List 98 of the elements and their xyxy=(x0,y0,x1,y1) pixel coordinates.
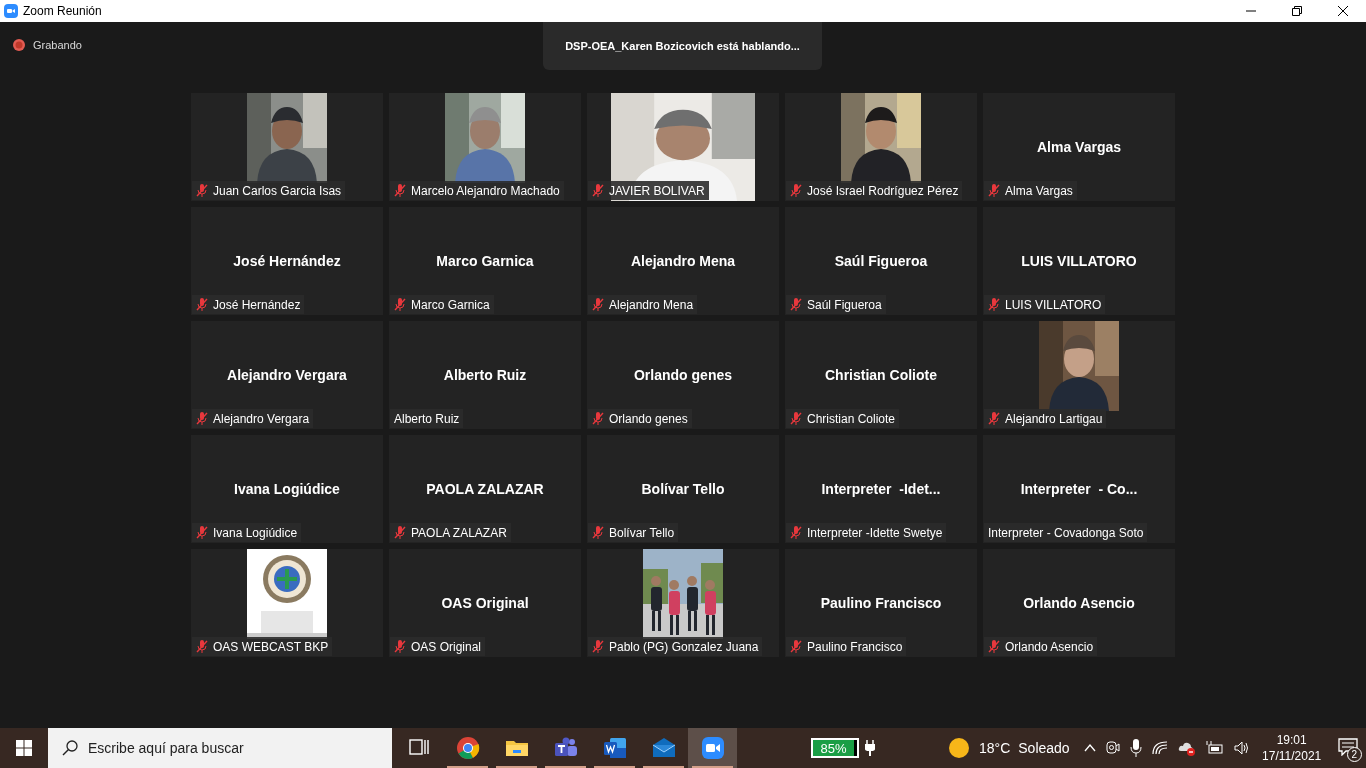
clock[interactable]: 19:01 17/11/2021 xyxy=(1257,732,1326,764)
participant-display-name: José Hernández xyxy=(233,252,341,271)
name-label: Orlando Asencio xyxy=(984,637,1098,656)
temperature: 18°C xyxy=(979,738,1011,758)
name-label: Christian Coliote xyxy=(786,409,900,428)
name-label: Alejandro Vergara xyxy=(192,409,314,428)
participant-tile[interactable]: Interpreter -Idet... Interpreter -Idette Swetye xyxy=(785,435,977,543)
weather-condition: Soleado xyxy=(1018,738,1070,758)
participant-display-name: PAOLA ZALAZAR xyxy=(426,480,544,499)
notification-icon[interactable] xyxy=(1337,738,1358,756)
participant-tile[interactable]: Pablo (PG) Gonzalez Juana xyxy=(587,549,779,657)
participant-display-name: Orlando genes xyxy=(634,366,732,385)
participant-display-name: Orlando Asencio xyxy=(1023,594,1135,613)
name-label: Orlando genes xyxy=(588,409,692,428)
close-icon xyxy=(1338,6,1348,16)
name-label: José Israel Rodríguez Pérez xyxy=(786,181,963,200)
participant-display-name: Paulino Francisco xyxy=(820,594,942,613)
name-label: Marco Garnica xyxy=(390,295,494,314)
name-label: Saúl Figueroa xyxy=(786,295,886,314)
participant-tile[interactable]: Alma Vargas Alma Vargas xyxy=(983,93,1175,201)
participant-display-name: Bolívar Tello xyxy=(641,480,725,499)
name-label: Paulino Francisco xyxy=(786,637,907,656)
participant-tile[interactable]: Christian Coliote Christian Coliote xyxy=(785,321,977,429)
camera-icon xyxy=(700,736,725,760)
participant-tile[interactable]: José Hernández José Hernández xyxy=(191,207,383,315)
camera-icon[interactable] xyxy=(1105,740,1120,756)
participant-tile[interactable]: Alejandro Vergara Alejandro Vergara xyxy=(191,321,383,429)
participant-tile[interactable]: Marco Garnica Marco Garnica xyxy=(389,207,581,315)
browser-icon xyxy=(455,736,480,760)
name-label: Juan Carlos Garcia Isas xyxy=(192,181,346,200)
search-field[interactable]: Escribe aquí para buscar xyxy=(48,728,392,768)
participant-display-name: Marco Garnica xyxy=(436,252,534,271)
participant-display-name: Interpreter -Idet... xyxy=(821,480,941,499)
name-label: Alberto Ruiz xyxy=(390,409,464,428)
participant-display-name: Alejandro Vergara xyxy=(227,366,347,385)
participant-tile[interactable]: Interpreter - Co... Interpreter - Covadonga Soto xyxy=(983,435,1175,543)
recording-label: Grabando xyxy=(33,38,82,53)
document-icon xyxy=(602,736,627,760)
participant-display-name: Interpreter - Co... xyxy=(1020,480,1138,499)
participant-tile[interactable]: José Israel Rodríguez Pérez xyxy=(785,93,977,201)
camera-icon xyxy=(4,4,18,18)
restore-icon xyxy=(1292,6,1302,16)
participant-tile[interactable]: Ivana Logiúdice Ivana Logiúdice xyxy=(191,435,383,543)
cloud-icon[interactable] xyxy=(1177,740,1196,756)
participant-display-name: LUIS VILLATORO xyxy=(1021,252,1137,271)
battery-icon[interactable] xyxy=(1205,741,1224,755)
participant-tile[interactable]: Paulino Francisco Paulino Francisco xyxy=(785,549,977,657)
wifi-icon[interactable] xyxy=(1151,741,1168,755)
name-label: OAS Original xyxy=(390,637,486,656)
participant-display-name: Alma Vargas xyxy=(1036,138,1122,157)
search-icon xyxy=(62,740,78,756)
envelope-icon xyxy=(651,736,676,760)
name-label: JAVIER BOLIVAR xyxy=(588,181,709,200)
name-label: Alma Vargas xyxy=(984,181,1077,200)
chevron-up-icon[interactable] xyxy=(1083,744,1096,752)
participant-tile[interactable]: LUIS VILLATORO LUIS VILLATORO xyxy=(983,207,1175,315)
name-label: Alejandro Lartigau xyxy=(984,409,1107,428)
name-label: José Hernández xyxy=(192,295,305,314)
participant-display-name: Saúl Figueroa xyxy=(834,252,928,271)
participant-tile[interactable]: OAS WEBCAST BKP xyxy=(191,549,383,657)
participant-tile[interactable]: PAOLA ZALAZAR PAOLA ZALAZAR xyxy=(389,435,581,543)
speaker-banner: DSP-OEA_Karen Bozicovich está hablando... xyxy=(543,22,822,70)
participant-tile[interactable]: Bolívar Tello Bolívar Tello xyxy=(587,435,779,543)
participant-display-name: Ivana Logiúdice xyxy=(234,480,340,499)
participant-tile[interactable]: JAVIER BOLIVAR xyxy=(587,93,779,201)
participant-tile[interactable]: Juan Carlos Garcia Isas xyxy=(191,93,383,201)
name-label: OAS WEBCAST BKP xyxy=(192,637,333,656)
speaker-icon[interactable] xyxy=(1233,741,1250,755)
taskbar-app[interactable] xyxy=(688,728,737,768)
participant-display-name: Christian Coliote xyxy=(825,366,937,385)
window-title: Zoom Reunión xyxy=(23,3,102,20)
name-label: Ivana Logiúdice xyxy=(192,523,302,542)
participant-tile[interactable]: Alejandro Mena Alejandro Mena xyxy=(587,207,779,315)
battery-indicator: 85% xyxy=(811,738,859,758)
participant-tile[interactable]: Alejandro Lartigau xyxy=(983,321,1175,429)
windows-icon xyxy=(16,740,32,756)
name-label: Bolívar Tello xyxy=(588,523,679,542)
participant-tile[interactable]: Alberto Ruiz Alberto Ruiz xyxy=(389,321,581,429)
participant-display-name: OAS Original xyxy=(441,594,529,613)
participant-tile[interactable]: Saúl Figueroa Saúl Figueroa xyxy=(785,207,977,315)
sun-icon xyxy=(949,738,969,758)
plug-icon xyxy=(865,740,875,756)
participant-display-name: Alberto Ruiz xyxy=(443,366,527,385)
participant-tile[interactable]: Orlando Asencio Orlando Asencio xyxy=(983,549,1175,657)
name-label: Marcelo Alejandro Machado xyxy=(390,181,564,200)
name-label: Interpreter -Idette Swetye xyxy=(786,523,947,542)
name-label: Interpreter - Covadonga Soto xyxy=(984,523,1148,542)
name-label: PAOLA ZALAZAR xyxy=(390,523,511,542)
microphone-icon[interactable] xyxy=(1129,739,1142,757)
participant-tile[interactable]: Orlando genes Orlando genes xyxy=(587,321,779,429)
recording-icon xyxy=(13,39,25,52)
participant-display-name: Alejandro Mena xyxy=(630,252,736,271)
participant-tile[interactable]: OAS Original OAS Original xyxy=(389,549,581,657)
name-label: LUIS VILLATORO xyxy=(984,295,1106,314)
participant-tile[interactable]: Marcelo Alejandro Machado xyxy=(389,93,581,201)
notification-count: 2 xyxy=(1346,747,1362,762)
name-label: Pablo (PG) Gonzalez Juana xyxy=(588,637,763,656)
name-label: Alejandro Mena xyxy=(588,295,698,314)
